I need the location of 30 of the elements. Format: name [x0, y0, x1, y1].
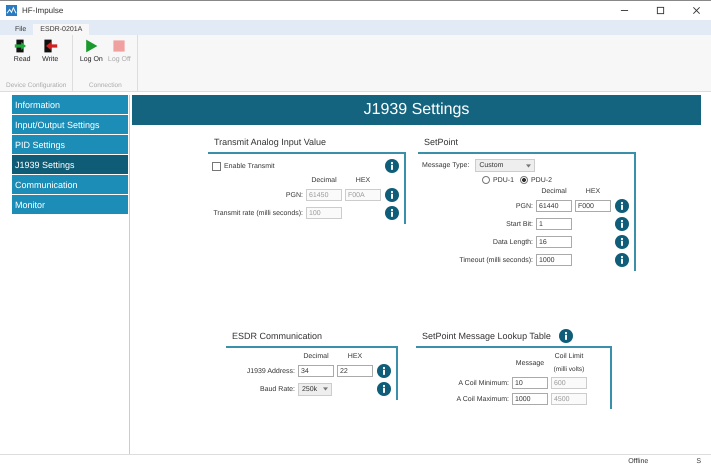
maximize-icon[interactable]: [656, 6, 665, 15]
info-icon[interactable]: [385, 206, 399, 220]
page-title: J1939 Settings: [364, 101, 470, 119]
info-icon[interactable]: [615, 253, 629, 267]
info-icon[interactable]: [377, 382, 391, 396]
arrow-out-door-icon: [42, 38, 58, 54]
stop-icon: [111, 38, 128, 54]
panel-title: Transmit Analog Input Value: [214, 137, 326, 147]
sidebar-item[interactable]: J1939 Settings: [12, 155, 128, 174]
info-icon[interactable]: [385, 159, 399, 173]
panel-title: ESDR Communication: [232, 331, 322, 341]
app-icon: [6, 5, 17, 16]
sidebar-item[interactable]: Input/Output Settings: [12, 115, 128, 134]
info-icon[interactable]: [615, 235, 629, 249]
info-icon[interactable]: [385, 188, 399, 202]
info-icon[interactable]: [615, 199, 629, 213]
sidebar-item[interactable]: Monitor: [12, 195, 128, 214]
window-title: HF-Impulse: [22, 6, 64, 15]
sidebar-item[interactable]: PID Settings: [12, 135, 128, 154]
caret-icon: [323, 387, 328, 391]
play-icon: [83, 38, 100, 54]
panel-title: SetPoint Message Lookup Table: [422, 331, 551, 341]
panel-title: SetPoint: [424, 137, 458, 147]
sidebar-item[interactable]: Information: [12, 95, 128, 114]
info-icon[interactable]: [558, 329, 573, 343]
caret-icon: [526, 164, 532, 168]
info-icon[interactable]: [615, 217, 629, 231]
info-icon[interactable]: [377, 364, 391, 378]
sidebar-item[interactable]: Communication: [12, 175, 128, 194]
close-icon[interactable]: [692, 6, 701, 15]
